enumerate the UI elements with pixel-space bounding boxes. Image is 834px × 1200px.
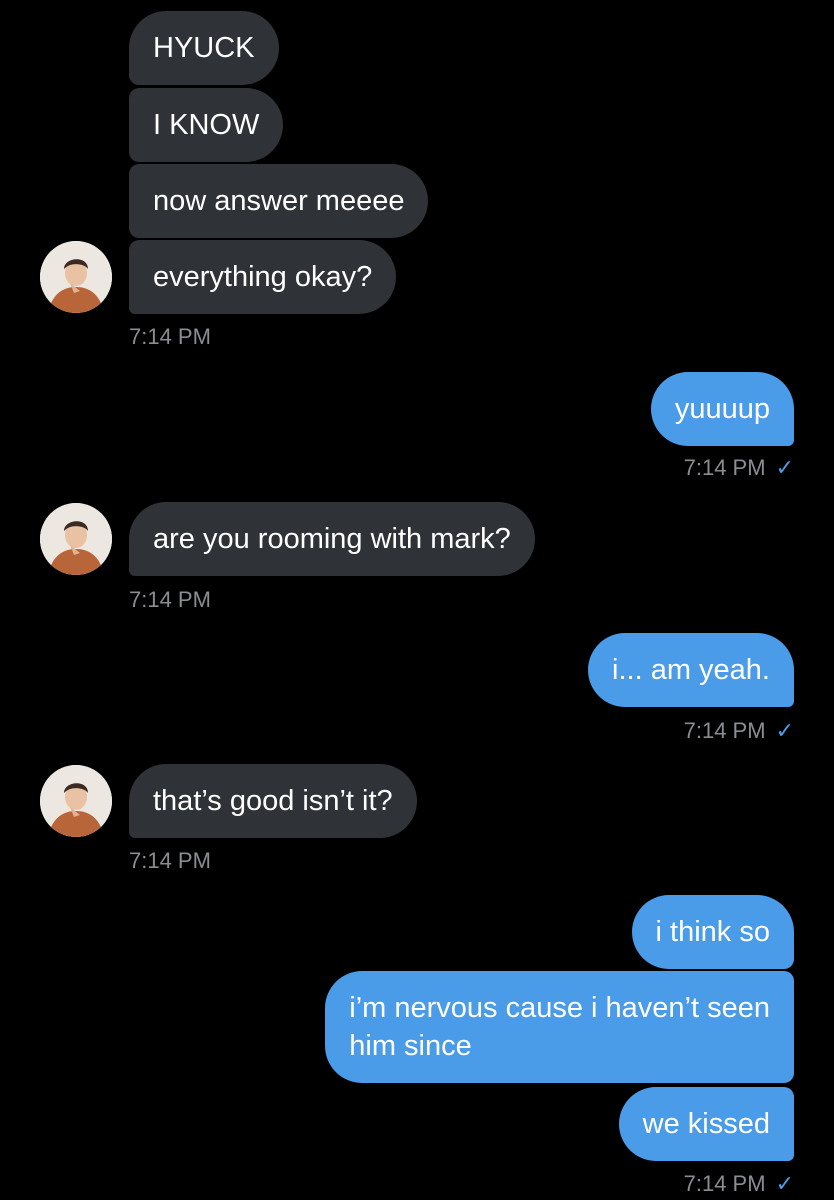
timestamp: 7:14 PM xyxy=(129,848,211,873)
contact-avatar-icon xyxy=(40,765,112,837)
contact-avatar[interactable] xyxy=(40,241,112,313)
sent-message[interactable]: we kissed xyxy=(618,1087,794,1161)
contact-avatar-icon xyxy=(40,241,112,313)
timestamp-row: 7:14 PM ✓ xyxy=(684,1171,794,1197)
received-message[interactable]: HYUCK xyxy=(129,11,279,85)
timestamp: 7:14 PM xyxy=(129,587,211,612)
timestamp: 7:14 PM xyxy=(683,718,766,743)
contact-avatar[interactable] xyxy=(40,765,112,837)
sent-message[interactable]: i’m nervous cause i haven’t seen him sin… xyxy=(325,971,794,1083)
contact-avatar[interactable] xyxy=(40,503,112,575)
sent-message[interactable]: i... am yeah. xyxy=(588,633,794,707)
checkmark-icon: ✓ xyxy=(775,1171,794,1196)
timestamp: 7:14 PM xyxy=(683,455,766,480)
received-message[interactable]: I KNOW xyxy=(129,88,284,162)
received-message[interactable]: that’s good isn’t it? xyxy=(129,764,417,838)
sent-message[interactable]: yuuuup xyxy=(650,372,794,446)
checkmark-icon: ✓ xyxy=(775,718,794,743)
timestamp-row: 7:14 PM ✓ xyxy=(684,455,794,481)
received-message[interactable]: everything okay? xyxy=(129,240,397,314)
contact-avatar-icon xyxy=(40,503,112,575)
checkmark-icon: ✓ xyxy=(775,455,794,480)
received-message[interactable]: are you rooming with mark? xyxy=(129,502,535,576)
timestamp: 7:14 PM xyxy=(683,1171,766,1196)
timestamp: 7:14 PM xyxy=(129,324,211,349)
sent-message[interactable]: i think so xyxy=(631,895,794,969)
timestamp-row: 7:14 PM ✓ xyxy=(684,718,794,744)
received-message[interactable]: now answer meeee xyxy=(129,164,429,238)
